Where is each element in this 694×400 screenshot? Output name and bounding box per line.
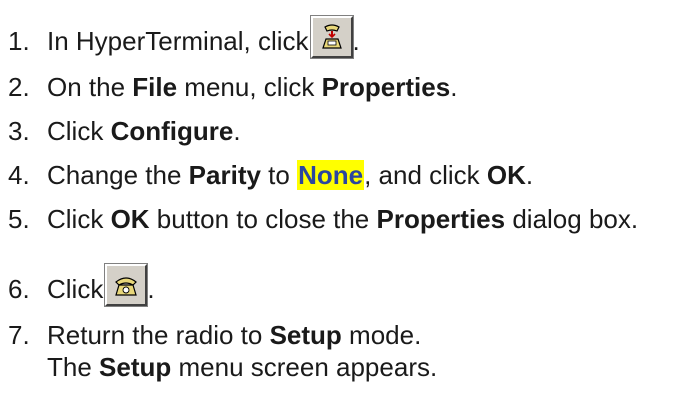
step-number: 1. — [8, 26, 30, 56]
ok-label: OK — [110, 204, 150, 234]
highlighted-none-value: None — [297, 160, 365, 190]
setup-label: Setup — [269, 320, 342, 350]
step-7: 7. Return the radio to Setup mode. — [0, 320, 421, 350]
step-text-end: . — [352, 26, 360, 56]
step-number: 5. — [8, 204, 30, 234]
ok-label: OK — [486, 160, 526, 190]
step-2: 2. On the File menu, click Properties. — [0, 72, 457, 102]
configure-label: Configure — [110, 116, 234, 146]
step-text: Change the — [47, 160, 189, 190]
step-text: . — [525, 160, 534, 190]
step-number: 3. — [8, 116, 30, 146]
connect-phone-icon — [115, 277, 138, 296]
disconnect-phone-icon — [321, 24, 342, 49]
step-6: 6. Click . — [0, 263, 155, 307]
step-5: 5. Click OK button to close the Propertie… — [0, 204, 638, 234]
step-number: 4. — [8, 160, 30, 190]
instruction-list: 1. In HyperTerminal, click . 2. On the Fil… — [0, 0, 694, 400]
step-number: 6. — [8, 274, 30, 304]
step-number: 7. — [8, 320, 30, 350]
step-text: . — [233, 116, 241, 146]
step-text: . — [450, 72, 458, 102]
step-4: 4. Change the Parity to None, and click O… — [0, 160, 533, 190]
step-7-continuation: The Setup menu screen appears. — [47, 352, 437, 382]
step-text: to — [260, 160, 298, 190]
step-1: 1. In HyperTerminal, click . — [0, 15, 360, 59]
step-text: The — [47, 352, 100, 382]
step-text: In HyperTerminal, click — [47, 26, 309, 56]
properties-label: Properties — [321, 72, 451, 102]
step-text: dialog box. — [505, 204, 639, 234]
parity-label: Parity — [188, 160, 261, 190]
step-number: 2. — [8, 72, 30, 102]
step-3: 3. Click Configure. — [0, 116, 241, 146]
step-text: menu screen appears. — [171, 352, 438, 382]
properties-label: Properties — [376, 204, 506, 234]
file-menu-label: File — [132, 72, 178, 102]
call-button[interactable] — [104, 263, 149, 307]
disconnect-button[interactable] — [309, 15, 354, 59]
setup-label: Setup — [99, 352, 172, 382]
step-text: button to close the — [149, 204, 377, 234]
step-text: Click — [47, 116, 111, 146]
step-text: menu, click — [177, 72, 322, 102]
step-text: Click — [47, 274, 104, 304]
step-text: mode. — [341, 320, 422, 350]
step-text-end: . — [147, 274, 155, 304]
step-text: Return the radio to — [47, 320, 270, 350]
step-text: Click — [47, 204, 111, 234]
step-text: On the — [47, 72, 133, 102]
step-text: , and click — [364, 160, 487, 190]
